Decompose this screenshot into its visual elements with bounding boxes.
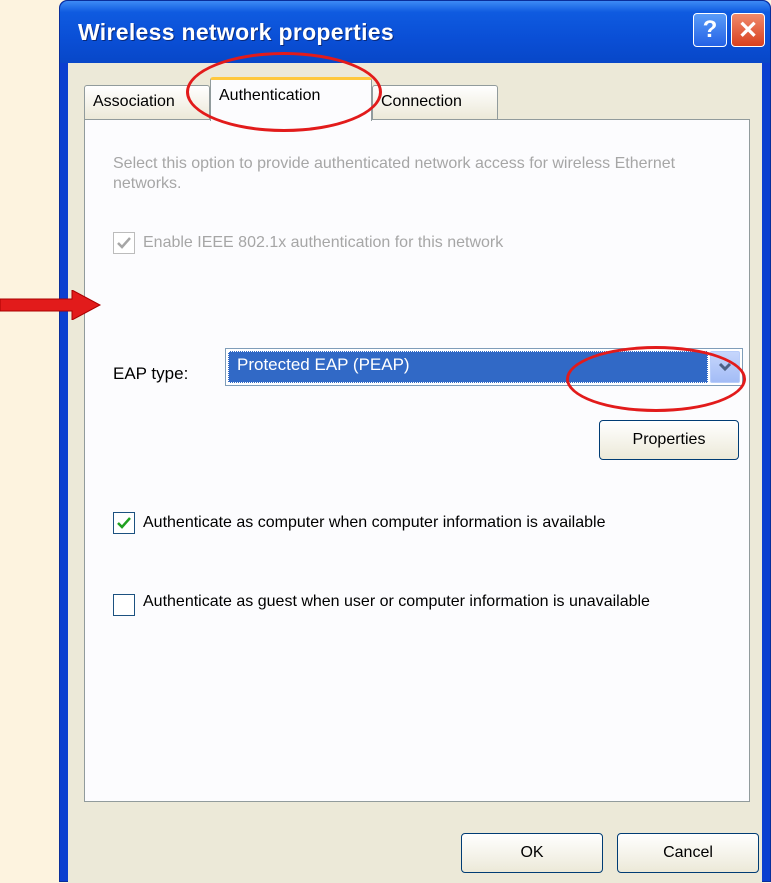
- tab-authentication[interactable]: Authentication: [210, 77, 372, 121]
- tab-label: Authentication: [219, 87, 321, 104]
- ok-button[interactable]: OK: [461, 833, 603, 873]
- window-title: Wireless network properties: [78, 19, 394, 45]
- cancel-button-label: Cancel: [663, 844, 713, 861]
- eap-type-value: Protected EAP (PEAP): [228, 351, 708, 383]
- tab-label: Association: [93, 93, 175, 110]
- help-button[interactable]: ?: [693, 13, 727, 47]
- auth-computer-checkbox[interactable]: [113, 512, 135, 534]
- authentication-panel: Select this option to provide authentica…: [84, 119, 750, 802]
- auth-computer-label: Authenticate as computer when computer i…: [143, 514, 606, 531]
- cancel-button[interactable]: Cancel: [617, 833, 759, 873]
- red-arrow-annotation: [0, 290, 102, 320]
- properties-button-label: Properties: [632, 431, 706, 448]
- check-icon: [117, 517, 131, 529]
- enable-ieee-label: Enable IEEE 802.1x authentication for th…: [143, 234, 504, 251]
- enable-ieee-checkbox[interactable]: [113, 232, 135, 254]
- dropdown-button[interactable]: [710, 351, 740, 383]
- eap-type-select[interactable]: Protected EAP (PEAP): [225, 348, 743, 386]
- close-button[interactable]: ✕: [731, 13, 765, 47]
- dialog-window: Wireless network properties ? ✕ Associat…: [59, 0, 771, 883]
- eap-type-label: EAP type:: [113, 364, 189, 383]
- description-text: Select this option to provide authentica…: [113, 155, 676, 192]
- auth-guest-checkbox[interactable]: [113, 594, 135, 616]
- auth-guest-label: Authenticate as guest when user or compu…: [143, 593, 650, 610]
- close-icon: ✕: [737, 16, 759, 44]
- check-icon: [117, 237, 131, 249]
- chevron-down-icon: [718, 362, 732, 372]
- ok-button-label: OK: [520, 844, 544, 861]
- dialog-client-area: Association Authentication Connection Se…: [68, 63, 762, 883]
- tab-association[interactable]: Association: [84, 85, 210, 119]
- tab-connection[interactable]: Connection: [372, 85, 498, 119]
- properties-button[interactable]: Properties: [599, 420, 739, 460]
- tab-label: Connection: [381, 93, 462, 110]
- title-bar[interactable]: Wireless network properties ? ✕: [60, 1, 770, 63]
- help-icon: ?: [702, 16, 718, 43]
